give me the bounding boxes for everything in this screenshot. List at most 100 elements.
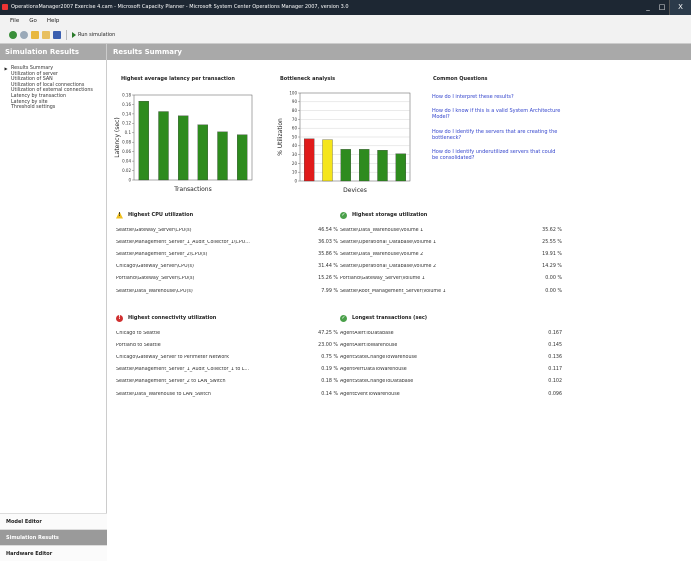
table-row: Seattle\Operational_Database\Volume 1 25.…: [340, 236, 562, 248]
play-icon: [72, 32, 76, 38]
bottleneck-tick-label: 60: [292, 126, 298, 131]
row-value: 0.102: [548, 379, 562, 385]
row-value: 35.62 %: [542, 227, 562, 233]
bottleneck-tick-label: 50: [292, 134, 298, 139]
latency-tick-label: 0.1: [125, 130, 132, 135]
error-icon: !: [116, 314, 123, 322]
latency-tick-label: 0.08: [122, 140, 131, 145]
save-icon[interactable]: [53, 31, 61, 39]
row-name: AgentAlertToWarehouse: [340, 342, 398, 348]
menu-go[interactable]: Go: [29, 18, 37, 24]
forward-icon[interactable]: [20, 31, 28, 39]
table-row: Seattle\Data_Warehouse to LAN_Switch 0.14…: [116, 388, 338, 400]
toolbar: Run simulation: [0, 27, 691, 44]
bottleneck-chart-title: Bottleneck analysis: [280, 76, 336, 82]
bottleneck-tick-label: 90: [292, 99, 298, 104]
row-value: 35.86 %: [318, 251, 338, 257]
toolbar-separator: [66, 30, 67, 40]
check-icon: ✓: [340, 314, 347, 322]
row-value: 0.00 %: [545, 276, 562, 282]
row-name: Chicago\Gateway_Server\CPU(s): [116, 264, 194, 270]
row-value: 0.14 %: [321, 391, 338, 397]
row-value: 46.54 %: [318, 227, 338, 233]
menu-bar: File Go Help: [0, 15, 691, 27]
window-title: OperationsManager2007 Exercise 4.cam - M…: [11, 4, 349, 10]
sidebar-item-threshold-settings[interactable]: Threshold settings: [5, 105, 106, 111]
latency-bar: [237, 134, 248, 181]
row-name: Seattle\Management_Server_1_Audit_Collec…: [116, 239, 250, 245]
back-icon[interactable]: [9, 31, 17, 39]
question-link-underutilized[interactable]: How do I identify underutilized servers …: [432, 149, 562, 161]
row-value: 19.91 %: [542, 251, 562, 257]
table-row: Seattle\Management_Server_1_Audit_Collec…: [116, 364, 338, 376]
row-name: Chicago to Seattle: [116, 330, 161, 336]
transactions-panel-title: Longest transactions (sec): [352, 315, 428, 321]
sidebar: Simulation Results Results Summary Utili…: [0, 44, 107, 561]
row-value: 15.26 %: [318, 276, 338, 282]
row-value: 0.00 %: [545, 288, 562, 294]
new-icon[interactable]: [31, 31, 39, 39]
bottleneck-y-axis-title: % Utilization: [277, 118, 284, 156]
latency-tick-label: 0.04: [122, 159, 131, 164]
close-button[interactable]: X: [669, 0, 691, 15]
table-row: Chicago\Gateway_Server to Perimeter Netw…: [116, 351, 338, 363]
run-simulation-button[interactable]: Run simulation: [72, 32, 115, 38]
sidebar-header: Simulation Results: [0, 44, 106, 60]
transactions-rows: AgentAlertToDatabase 0.167 AgentAlertToWa…: [340, 327, 562, 400]
open-icon[interactable]: [42, 31, 50, 39]
question-link-valid-model[interactable]: How do I know if this is a valid System …: [432, 108, 562, 120]
nav-model-editor[interactable]: Model Editor: [0, 513, 107, 529]
title-bar: OperationsManager2007 Exercise 4.cam - M…: [0, 0, 691, 15]
latency-chart-svg: 0 0.02 0.04 0.06 0.08 0.1 0.12 0.14 0.16 0.18 Tran…: [114, 92, 253, 193]
latency-tick-label: 0.18: [122, 92, 131, 97]
nav-simulation-results[interactable]: Simulation Results: [0, 529, 107, 545]
latency-bar: [217, 131, 228, 181]
cpu-rows: Seattle\Gateway_Server\CPU(s) 46.54 % Sea…: [116, 224, 338, 297]
bottom-nav: Model Editor Simulation Results Hardware…: [0, 513, 107, 561]
row-name: Seattle\Data_Warehouse\Volume 2: [340, 251, 424, 257]
bottleneck-tick-label: 80: [292, 108, 298, 113]
connectivity-panel-title: Highest connectivity utilization: [128, 315, 217, 321]
row-value: 23.00 %: [318, 342, 338, 348]
transactions-panel-header: ✓ Longest transactions (sec): [340, 313, 562, 323]
storage-panel-header: ✓ Highest storage utilization: [340, 210, 562, 220]
row-value: 7.99 %: [321, 288, 338, 294]
table-row: AgentAlertToDatabase 0.167: [340, 327, 562, 339]
bottleneck-bar: [340, 149, 351, 182]
bottleneck-bar: [304, 138, 315, 182]
row-name: AgentStateChangeToWarehouse: [340, 354, 417, 360]
maximize-button[interactable]: □: [655, 0, 669, 15]
table-row: Portland\Gateway_Server\Volume 1 0.00 %: [340, 273, 562, 285]
table-row: Seattle\Operational_Database\Volume 2 14.…: [340, 261, 562, 273]
connectivity-panel: ! Highest connectivity utilization Chica…: [116, 313, 338, 400]
bottleneck-tick-label: 40: [292, 143, 298, 148]
storage-rows: Seattle\Data_Warehouse\Volume 1 35.62 % S…: [340, 224, 562, 297]
latency-y-axis-title: Latency (sec): [114, 117, 121, 157]
row-name: Seattle\Management_Server_2 to LAN_Switc…: [116, 379, 226, 385]
table-row: Seattle\Management_Server_2\CPU(s) 35.86 …: [116, 248, 338, 260]
table-row: Portland\Gateway_Server\CPU(s) 15.26 %: [116, 273, 338, 285]
latency-tick-label: 0.14: [122, 111, 131, 116]
row-value: 0.167: [548, 330, 562, 336]
row-name: Seattle\Operational_Database\Volume 1: [340, 239, 437, 245]
run-simulation-label: Run simulation: [78, 32, 116, 38]
cpu-panel-title: Highest CPU utilization: [128, 212, 194, 218]
bottleneck-bar: [322, 139, 333, 182]
row-name: Portland\Gateway_Server\CPU(s): [116, 276, 195, 282]
questions-title: Common Questions: [433, 76, 488, 82]
common-questions: How do I interpret these results? How do…: [432, 94, 562, 169]
table-row: Seattle\Gateway_Server\CPU(s) 46.54 %: [116, 224, 338, 236]
question-link-interpret[interactable]: How do I interpret these results?: [432, 94, 562, 100]
bottleneck-bar: [359, 149, 370, 182]
menu-file[interactable]: File: [10, 18, 19, 24]
bottleneck-chart-svg: 0 10 20 30 40 50 60 70 80 90 100 Devices % Utilizati…: [277, 90, 411, 194]
row-name: Seattle\Data_Warehouse to LAN_Switch: [116, 391, 211, 397]
menu-help[interactable]: Help: [47, 18, 60, 24]
nav-hardware-editor[interactable]: Hardware Editor: [0, 545, 107, 561]
latency-tick-label: 0.12: [122, 121, 131, 126]
minimize-button[interactable]: _: [641, 0, 655, 15]
bottleneck-tick-label: 70: [292, 117, 298, 122]
row-name: Portland\Gateway_Server\Volume 1: [340, 276, 425, 282]
question-link-bottleneck[interactable]: How do I identify the servers that are c…: [432, 129, 562, 141]
bottleneck-chart: 0 10 20 30 40 50 60 70 80 90 100 Devices % Utilizati…: [276, 90, 416, 200]
